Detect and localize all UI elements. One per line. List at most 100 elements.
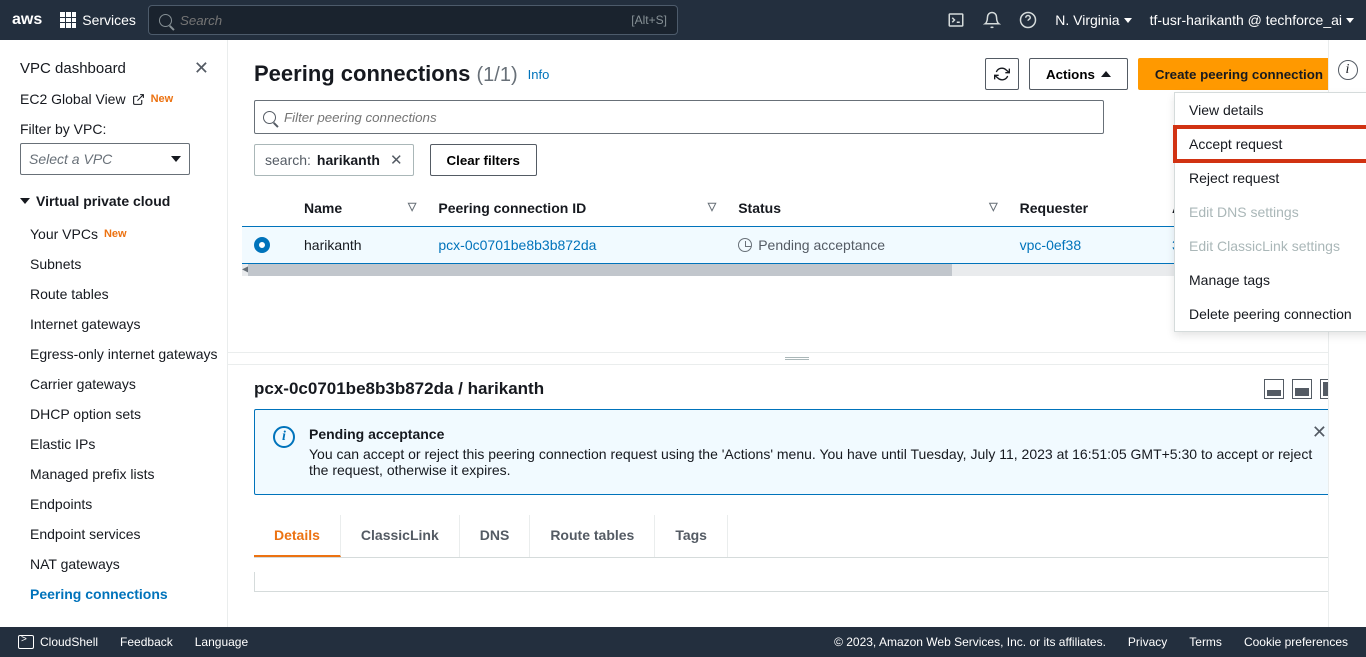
refresh-button[interactable]	[985, 58, 1019, 90]
nav-peering-connections[interactable]: Peering connections	[20, 579, 219, 609]
refresh-icon	[994, 66, 1010, 82]
cell-name: harikanth	[292, 227, 426, 264]
search-icon	[263, 111, 276, 124]
nav-route-tables[interactable]: Route tables	[20, 279, 219, 309]
filter-chip: search: harikanth ✕	[254, 144, 414, 176]
tab-details[interactable]: Details	[254, 515, 341, 557]
nav-subnets[interactable]: Subnets	[20, 249, 219, 279]
account-selector[interactable]: tf-usr-harikanth @ techforce_ai	[1150, 12, 1354, 28]
nav-nat-gateways[interactable]: NAT gateways	[20, 549, 219, 579]
cloudshell-top-icon[interactable]	[947, 11, 965, 29]
new-badge: New	[151, 93, 174, 105]
help-icon[interactable]	[1019, 11, 1037, 29]
action-manage-tags[interactable]: Manage tags	[1175, 263, 1366, 297]
sidebar: VPC dashboard ✕ EC2 Global View New Filt…	[0, 40, 228, 627]
footer-copyright: © 2023, Amazon Web Services, Inc. or its…	[834, 635, 1106, 649]
footer-terms[interactable]: Terms	[1189, 635, 1222, 649]
info-alert: i Pending acceptance You can accept or r…	[254, 409, 1340, 495]
tab-route-tables[interactable]: Route tables	[530, 515, 655, 557]
panel-layout-bottom-icon[interactable]	[1264, 379, 1284, 399]
action-edit-dns: Edit DNS settings	[1175, 195, 1366, 229]
nav-your-vpcs[interactable]: Your VPCsNew	[20, 219, 219, 249]
notifications-icon[interactable]	[983, 11, 1001, 29]
pending-icon	[738, 238, 752, 252]
filter-input[interactable]	[284, 110, 1095, 125]
detail-panel: pcx-0c0701be8b3b872da / harikanth i Pend…	[228, 364, 1366, 627]
ec2-global-view-link[interactable]: EC2 Global View New	[20, 91, 219, 107]
info-panel-toggle-icon[interactable]: i	[1338, 60, 1358, 80]
chevron-down-icon	[20, 198, 30, 204]
action-edit-classiclink: Edit ClassicLink settings	[1175, 229, 1366, 263]
nav-internet-gateways[interactable]: Internet gateways	[20, 309, 219, 339]
page-title: Peering connections (1/1)	[254, 61, 518, 87]
action-accept-request[interactable]: Accept request	[1175, 127, 1366, 161]
nav-managed-prefix-lists[interactable]: Managed prefix lists	[20, 459, 219, 489]
chevron-down-icon	[171, 156, 181, 162]
search-icon	[159, 14, 172, 27]
actions-button[interactable]: Actions	[1029, 58, 1128, 90]
external-link-icon	[132, 93, 145, 106]
tab-tags[interactable]: Tags	[655, 515, 728, 557]
cell-pcx-link[interactable]: pcx-0c0701be8b3b872da	[438, 237, 596, 253]
nav-endpoints[interactable]: Endpoints	[20, 489, 219, 519]
nav-elastic-ips[interactable]: Elastic IPs	[20, 429, 219, 459]
actions-dropdown: View details Accept request Reject reque…	[1174, 92, 1366, 332]
account-label: tf-usr-harikanth @ techforce_ai	[1150, 12, 1342, 28]
footer-cookies[interactable]: Cookie preferences	[1244, 635, 1348, 649]
row-radio[interactable]	[254, 237, 270, 253]
footer-feedback[interactable]: Feedback	[120, 635, 173, 649]
caret-down-icon	[1124, 18, 1132, 23]
info-link[interactable]: Info	[528, 67, 550, 82]
create-peering-button[interactable]: Create peering connection	[1138, 58, 1340, 90]
aws-logo[interactable]: aws	[12, 11, 42, 29]
services-label: Services	[82, 12, 136, 28]
filter-vpc-label: Filter by VPC:	[20, 121, 219, 137]
info-body: You can accept or reject this peering co…	[309, 446, 1321, 478]
content: Peering connections (1/1) Info Actions C…	[228, 40, 1366, 627]
col-requester[interactable]: Requester	[1008, 190, 1160, 227]
page-count: (1/1)	[477, 64, 518, 86]
action-delete-peering[interactable]: Delete peering connection	[1175, 297, 1366, 331]
col-status[interactable]: Status▽	[726, 190, 1007, 227]
cloudshell-icon	[18, 635, 34, 649]
nav-section-vpc[interactable]: Virtual private cloud	[20, 193, 219, 209]
services-button[interactable]: Services	[60, 12, 136, 28]
global-search[interactable]: [Alt+S]	[148, 5, 678, 35]
footer-cloudshell[interactable]: CloudShell	[18, 635, 98, 649]
search-input[interactable]	[180, 13, 631, 28]
action-view-details[interactable]: View details	[1175, 93, 1366, 127]
search-hint: [Alt+S]	[631, 13, 667, 27]
detail-title: pcx-0c0701be8b3b872da / harikanth	[254, 379, 544, 399]
footer-privacy[interactable]: Privacy	[1128, 635, 1167, 649]
chevron-up-icon	[1101, 71, 1111, 77]
sidebar-close-icon[interactable]: ✕	[194, 58, 209, 79]
nav-endpoint-services[interactable]: Endpoint services	[20, 519, 219, 549]
vpc-select[interactable]: Select a VPC	[20, 143, 190, 175]
action-reject-request[interactable]: Reject request	[1175, 161, 1366, 195]
panel-layout-split-icon[interactable]	[1292, 379, 1312, 399]
nav-carrier-gateways[interactable]: Carrier gateways	[20, 369, 219, 399]
info-close-icon[interactable]: ✕	[1312, 422, 1327, 443]
nav-dhcp-option-sets[interactable]: DHCP option sets	[20, 399, 219, 429]
filter-input-wrap[interactable]	[254, 100, 1104, 134]
clear-filters-button[interactable]: Clear filters	[430, 144, 537, 176]
tab-classiclink[interactable]: ClassicLink	[341, 515, 460, 557]
footer-language[interactable]: Language	[195, 635, 248, 649]
info-title: Pending acceptance	[309, 426, 1321, 442]
caret-down-icon	[1346, 18, 1354, 23]
top-nav: aws Services [Alt+S] N. Virginia tf-usr-…	[0, 0, 1366, 40]
region-selector[interactable]: N. Virginia	[1055, 12, 1131, 28]
panel-splitter[interactable]	[228, 352, 1366, 364]
footer: CloudShell Feedback Language © 2023, Ama…	[0, 627, 1366, 657]
cell-requester-link[interactable]: vpc-0ef38	[1020, 237, 1081, 253]
tab-dns[interactable]: DNS	[460, 515, 531, 557]
chip-remove-icon[interactable]: ✕	[390, 151, 403, 169]
info-icon: i	[273, 426, 295, 448]
sidebar-title[interactable]: VPC dashboard	[20, 60, 126, 77]
region-label: N. Virginia	[1055, 12, 1119, 28]
col-pcx-id[interactable]: Peering connection ID▽	[426, 190, 726, 227]
col-name[interactable]: Name▽	[292, 190, 426, 227]
nav-egress-gateways[interactable]: Egress-only internet gateways	[20, 339, 219, 369]
services-grid-icon	[60, 12, 76, 28]
detail-tabs: Details ClassicLink DNS Route tables Tag…	[254, 515, 1340, 558]
